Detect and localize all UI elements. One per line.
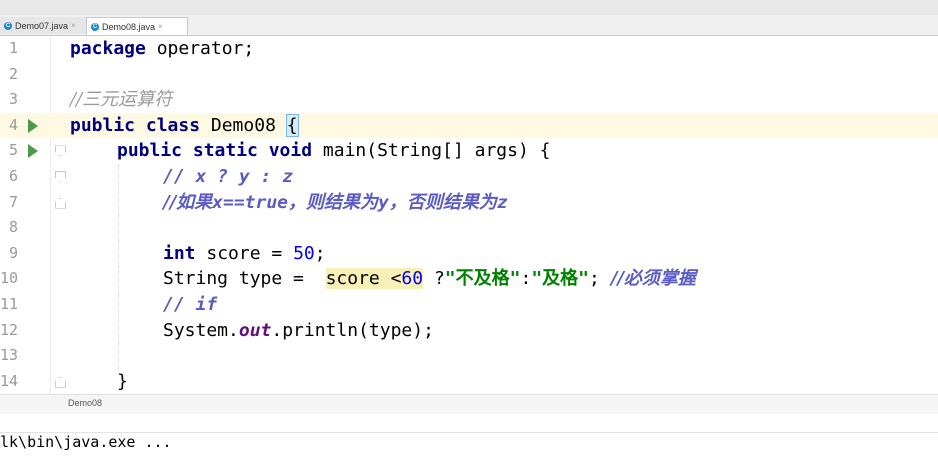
- code-line: 3 //三元运算符: [0, 87, 938, 113]
- fold-icon[interactable]: [55, 145, 66, 157]
- indent-guide: [118, 317, 120, 344]
- selection-highlight: score <60: [325, 268, 424, 290]
- code-line: 13: [0, 343, 938, 369]
- code-text: package operator;: [70, 38, 255, 59]
- tab-label: Demo08.java: [102, 21, 156, 32]
- code-text: String type = score <60 ?"不及格":"及格"; //必…: [163, 268, 696, 290]
- fold-icon[interactable]: [55, 376, 66, 388]
- line-number: 3: [8, 90, 18, 109]
- comment-text: // x ? y : z: [163, 166, 294, 187]
- line-number: 2: [8, 64, 18, 83]
- line-number: 13: [0, 346, 19, 365]
- tab-demo08[interactable]: C Demo08.java ×: [86, 17, 188, 35]
- line-number: 12: [0, 320, 19, 339]
- line-number: 7: [8, 192, 18, 211]
- tab-label: Demo07.java: [15, 20, 69, 31]
- line-number: 14: [0, 371, 19, 390]
- java-class-icon: C: [4, 21, 12, 30]
- fold-icon[interactable]: [55, 197, 66, 209]
- code-line: 11 // if: [0, 292, 938, 318]
- fold-icon[interactable]: [55, 171, 66, 182]
- indent-guide: [118, 266, 120, 292]
- line-number: 5: [8, 141, 18, 160]
- java-class-icon: C: [91, 22, 99, 31]
- code-line: 10 String type = score <60 ?"不及格":"及格"; …: [0, 266, 938, 292]
- code-line: 5 public static void main(String[] args)…: [0, 138, 938, 164]
- code-text: System.out.println(type);: [163, 319, 434, 341]
- comment-text: // if: [163, 294, 218, 315]
- code-line: 8: [0, 215, 938, 241]
- code-line: 6 // x ? y : z: [0, 164, 938, 190]
- run-icon[interactable]: [28, 144, 38, 159]
- line-number: 10: [0, 269, 19, 288]
- tab-demo07[interactable]: C Demo07.java ×: [0, 17, 89, 34]
- indent-guide: [118, 215, 120, 241]
- title-strip: [0, 0, 938, 15]
- breadcrumb-item[interactable]: Demo08: [68, 398, 102, 408]
- code-line: 2: [0, 62, 938, 88]
- indent-guide: [118, 164, 120, 190]
- indent-guide: [118, 292, 120, 318]
- indent-guide: [118, 240, 120, 267]
- line-number: 4: [8, 115, 18, 134]
- line-number: 8: [8, 218, 18, 237]
- line-number: 11: [0, 295, 19, 313]
- line-number: 6: [8, 167, 18, 185]
- code-text: public static void main(String[] args) {: [117, 140, 551, 162]
- indent-guide: [118, 189, 120, 216]
- code-text: int score = 50;: [163, 242, 326, 264]
- editor-tab-bar: C Demo07.java × C Demo08.java ×: [0, 15, 938, 36]
- console-output: lk\bin\java.exe ...: [0, 433, 172, 451]
- code-editor[interactable]: 1 package operator; 2 3 //三元运算符 4 public…: [0, 36, 938, 394]
- code-line: 12 System.out.println(type);: [0, 317, 938, 344]
- code-line: 9 int score = 50;: [0, 240, 938, 267]
- run-console: lk\bin\java.exe ...: [0, 414, 938, 456]
- close-icon[interactable]: ×: [71, 21, 76, 30]
- breadcrumb: Demo08: [0, 394, 938, 415]
- line-number: 1: [8, 39, 18, 57]
- matched-brace: {: [285, 113, 299, 137]
- run-icon[interactable]: [28, 118, 38, 133]
- code-line: 7 //如果x==true，则结果为y，否则结果为z: [0, 189, 938, 216]
- line-number: 9: [8, 243, 18, 262]
- code-line: 1 package operator;: [0, 36, 938, 62]
- code-text: }: [117, 370, 128, 392]
- comment-text: //如果x==true，则结果为y，否则结果为z: [163, 191, 508, 213]
- code-text: public class Demo08 {: [70, 113, 299, 137]
- indent-guide: [118, 343, 120, 369]
- comment-text: //三元运算符: [70, 89, 173, 111]
- close-icon[interactable]: ×: [158, 22, 163, 31]
- code-line: 14 }: [0, 369, 938, 395]
- code-line-current: 4 public class Demo08 {: [0, 112, 938, 139]
